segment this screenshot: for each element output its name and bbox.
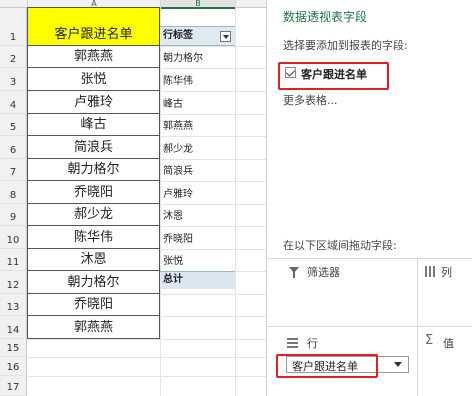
row-header[interactable]: 1 (0, 8, 27, 46)
cell-a[interactable]: 郝少龙 (27, 204, 160, 226)
zone-divider (267, 258, 472, 259)
pivot-row-item[interactable]: 简浪兵 (160, 159, 235, 181)
row-header[interactable]: 17 (0, 376, 27, 396)
row-header[interactable]: 15 (0, 339, 27, 357)
select-all-corner[interactable] (0, 0, 28, 8)
pivot-row-item[interactable]: 张悦 (160, 249, 235, 271)
highlight-box-row-field (276, 354, 378, 378)
pivot-grand-total[interactable]: 总计 (160, 271, 235, 289)
filters-zone-label: 筛选器 (307, 266, 340, 279)
pivot-fields-pane: 数据透视表字段 选择要添加到报表的字段: 客户跟进名单 更多表格... 在以下区… (266, 0, 472, 396)
filters-drop-area[interactable] (267, 280, 417, 326)
chevron-down-icon[interactable] (394, 362, 402, 367)
pivot-row-item[interactable]: 峰古 (160, 91, 235, 114)
row-header[interactable]: 14 (0, 316, 27, 339)
columns-zone-label: 列 (441, 266, 452, 279)
cell-a[interactable]: 朝力格尔 (27, 159, 160, 181)
row-header[interactable]: 13 (0, 294, 27, 316)
columns-icon (425, 266, 435, 277)
column-header-c[interactable] (236, 0, 266, 8)
cell-a1-header[interactable]: 客户跟进名单 (27, 7, 160, 46)
row-header[interactable]: 16 (0, 357, 27, 376)
more-tables-link[interactable]: 更多表格... (283, 92, 338, 108)
cell-a[interactable]: 乔晓阳 (27, 294, 160, 316)
cell-a[interactable]: 张悦 (27, 68, 160, 91)
highlight-box-field (278, 62, 389, 90)
cell-a[interactable]: 沐恩 (27, 249, 160, 271)
pane-subtitle: 选择要添加到报表的字段: (283, 39, 408, 52)
pivot-row-item[interactable]: 乔晓阳 (160, 226, 235, 249)
values-drop-area[interactable] (418, 350, 472, 396)
row-header[interactable]: 3 (0, 68, 27, 91)
cell-a[interactable]: 郭燕燕 (27, 46, 160, 68)
pivot-row-item[interactable]: 朝力格尔 (160, 46, 235, 68)
row-header[interactable]: 6 (0, 136, 27, 159)
cell-a[interactable]: 简浪兵 (27, 136, 160, 159)
rows-icon (287, 338, 298, 348)
row-header[interactable]: 12 (0, 271, 27, 294)
cell-a[interactable]: 陈华伟 (27, 226, 160, 249)
row-header[interactable]: 10 (0, 226, 27, 249)
drag-hint-text: 在以下区域间拖动字段: (283, 239, 397, 252)
row-header[interactable]: 7 (0, 159, 27, 181)
row-header[interactable]: 9 (0, 204, 27, 226)
pivot-row-item[interactable]: 郭燕燕 (160, 114, 235, 136)
row-header[interactable]: 4 (0, 91, 27, 114)
pivot-row-item[interactable]: 陈华伟 (160, 68, 235, 91)
pane-title: 数据透视表字段 (283, 10, 368, 24)
values-zone-label: 值 (443, 337, 454, 350)
row-labels-filter-dropdown[interactable] (220, 31, 231, 42)
cell-a[interactable]: 朝力格尔 (27, 271, 160, 294)
row-header[interactable]: 8 (0, 181, 27, 204)
filter-icon (289, 267, 299, 278)
row-header[interactable]: 5 (0, 114, 27, 136)
pivot-row-item[interactable]: 卢雅玲 (160, 181, 235, 204)
column-header-b[interactable]: B (161, 0, 236, 9)
sigma-icon: Σ (425, 333, 434, 348)
row-header[interactable]: 2 (0, 46, 27, 68)
column-b-letter: B (195, 0, 201, 8)
cell-a[interactable]: 峰古 (27, 114, 160, 136)
pivot-row-item[interactable]: 郝少龙 (160, 136, 235, 159)
columns-drop-area[interactable] (418, 280, 472, 326)
cell-a[interactable]: 乔晓阳 (27, 181, 160, 204)
zone-divider (267, 326, 472, 327)
rows-zone-label: 行 (307, 337, 318, 350)
spreadsheet: A B 1 2 3 4 5 6 7 8 9 10 11 12 13 14 15 … (0, 0, 266, 396)
pivot-row-labels-header[interactable]: 行标签 (160, 26, 235, 46)
pivot-row-item[interactable]: 沐恩 (160, 204, 235, 226)
cell-a[interactable]: 卢雅玲 (27, 91, 160, 114)
row-header[interactable]: 11 (0, 249, 27, 271)
cell-a[interactable]: 郭燕燕 (27, 316, 160, 339)
